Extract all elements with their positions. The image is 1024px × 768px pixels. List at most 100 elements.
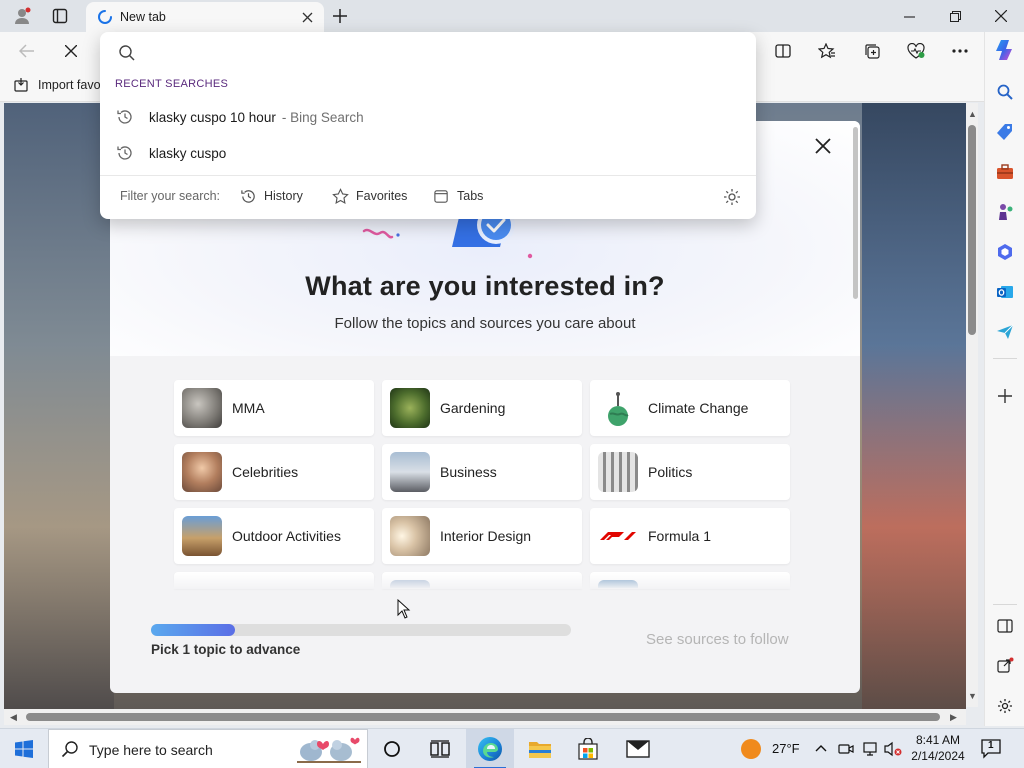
- split-screen-icon: [775, 44, 791, 58]
- restore-button[interactable]: [932, 0, 978, 32]
- browser-essentials-button[interactable]: [901, 37, 931, 65]
- topic-card-outdoor-activities[interactable]: Outdoor Activities: [174, 508, 374, 564]
- sidebar-m365-button[interactable]: [991, 238, 1019, 266]
- topic-card-formula-1[interactable]: Formula 1: [590, 508, 790, 564]
- sidebar-games-button[interactable]: [991, 198, 1019, 226]
- tab-actions-button[interactable]: [46, 4, 74, 28]
- network-icon: [863, 742, 877, 756]
- notification-count: 1: [988, 740, 994, 751]
- topic-card-mma[interactable]: MMA: [174, 380, 374, 436]
- tab-title: New tab: [120, 10, 166, 24]
- back-arrow-icon: [19, 44, 34, 58]
- taskbar-mail-button[interactable]: [614, 729, 662, 768]
- filter-tabs-button[interactable]: Tabs: [433, 185, 483, 207]
- address-input[interactable]: [146, 40, 736, 66]
- dialog-close-button[interactable]: [810, 133, 836, 159]
- filter-history-button[interactable]: History: [240, 185, 303, 207]
- taskbar-edge-button[interactable]: [466, 729, 514, 768]
- horizontal-scrollbar[interactable]: ◀ ▶: [4, 709, 966, 725]
- import-favorites-label: Import favo: [38, 78, 101, 92]
- import-favorites-link[interactable]: Import favo: [14, 78, 101, 92]
- topic-card-interior-design[interactable]: Interior Design: [382, 508, 582, 564]
- settings-more-button[interactable]: [945, 37, 975, 65]
- cortana-button[interactable]: [368, 729, 416, 768]
- split-screen-button[interactable]: [768, 37, 798, 65]
- back-button[interactable]: [12, 37, 42, 65]
- hide-sidebar-button[interactable]: [991, 612, 1019, 640]
- tray-network-icon[interactable]: [862, 741, 878, 757]
- tab-close-button[interactable]: [298, 8, 316, 26]
- clock-time: 8:41 AM: [915, 733, 961, 747]
- scroll-right-arrow-icon[interactable]: ▶: [950, 712, 957, 723]
- sidebar-shopping-button[interactable]: [991, 118, 1019, 146]
- notification-center-button[interactable]: 1: [980, 737, 1004, 761]
- vertical-scrollbar[interactable]: ▲ ▼: [966, 103, 978, 707]
- show-hidden-icons-button[interactable]: [814, 741, 830, 757]
- sidebar-drop-button[interactable]: [991, 318, 1019, 346]
- task-view-icon: [430, 740, 450, 758]
- start-button[interactable]: [0, 729, 48, 768]
- loading-icon: [98, 10, 112, 24]
- shopping-tag-icon: [997, 124, 1012, 140]
- search-icon: [119, 45, 135, 61]
- minimize-button[interactable]: [886, 0, 932, 32]
- topic-card-gardening[interactable]: Gardening: [382, 380, 582, 436]
- close-window-button[interactable]: [978, 0, 1024, 32]
- recent-searches-heading: RECENT SEARCHES: [115, 78, 229, 90]
- topic-image: [182, 516, 222, 556]
- topic-card-climate-change[interactable]: Climate Change: [590, 380, 790, 436]
- stop-loading-button[interactable]: [56, 37, 86, 65]
- sidebar-add-button[interactable]: [991, 382, 1019, 410]
- filter-label: Filter your search:: [120, 189, 221, 203]
- scroll-left-arrow-icon[interactable]: ◀: [10, 712, 17, 723]
- favorites-button[interactable]: [812, 37, 842, 65]
- external-link-icon: [997, 657, 1014, 673]
- tray-volume-icon[interactable]: [884, 741, 902, 757]
- topic-label: Politics: [648, 464, 693, 480]
- sidebar-settings-button[interactable]: [991, 692, 1019, 720]
- filter-favorites-button[interactable]: Favorites: [332, 185, 407, 207]
- suggestion-item[interactable]: klasky cuspo: [115, 137, 741, 169]
- vertical-scroll-thumb[interactable]: [968, 125, 976, 335]
- task-view-button[interactable]: [416, 729, 464, 768]
- collections-button[interactable]: [857, 37, 887, 65]
- taskbar-store-button[interactable]: [564, 729, 612, 768]
- topic-card-celebrities[interactable]: Celebrities: [174, 444, 374, 500]
- taskbar-file-explorer-button[interactable]: [516, 729, 564, 768]
- sidebar-tools-button[interactable]: [991, 158, 1019, 186]
- dropdown-divider: [100, 175, 756, 176]
- minimize-icon: [903, 15, 915, 18]
- taskbar-search-box[interactable]: Type here to search: [48, 729, 368, 768]
- filter-history-label: History: [264, 189, 303, 203]
- sidebar-search-button[interactable]: [991, 78, 1019, 106]
- weather-widget[interactable]: 27°F: [740, 738, 804, 760]
- topic-label: MMA: [232, 400, 265, 416]
- system-clock[interactable]: 8:41 AM 2/14/2024: [904, 732, 972, 764]
- suggestion-item[interactable]: klasky cuspo 10 hour - Bing Search: [115, 101, 741, 133]
- topic-image: [182, 452, 222, 492]
- weather-temperature: 27°F: [772, 741, 800, 756]
- tray-meet-now-icon[interactable]: [838, 741, 854, 757]
- sidebar-outlook-button[interactable]: [991, 278, 1019, 306]
- star-icon: [332, 187, 349, 204]
- scroll-up-arrow-icon[interactable]: ▲: [968, 109, 977, 119]
- new-tab-button[interactable]: [326, 4, 354, 28]
- history-icon: [115, 143, 135, 163]
- scroll-down-arrow-icon[interactable]: ▼: [968, 691, 977, 701]
- see-sources-button[interactable]: See sources to follow: [646, 631, 789, 648]
- profile-button[interactable]: [8, 4, 36, 28]
- tab-new-tab[interactable]: New tab: [86, 2, 324, 32]
- toolbox-icon: [997, 164, 1013, 179]
- gear-icon[interactable]: [722, 187, 742, 207]
- open-external-button[interactable]: [991, 652, 1019, 680]
- topic-card-politics[interactable]: Politics: [590, 444, 790, 500]
- topic-image: [182, 388, 222, 428]
- topic-image: [598, 516, 638, 556]
- background-image-left: [4, 103, 114, 709]
- topic-card-business[interactable]: Business: [382, 444, 582, 500]
- copilot-button[interactable]: [991, 36, 1019, 64]
- horizontal-scroll-thumb[interactable]: [26, 713, 940, 721]
- chess-piece-icon: [999, 204, 1013, 220]
- favorites-icon: [818, 43, 835, 59]
- suggestion-query: klasky cuspo: [149, 145, 227, 161]
